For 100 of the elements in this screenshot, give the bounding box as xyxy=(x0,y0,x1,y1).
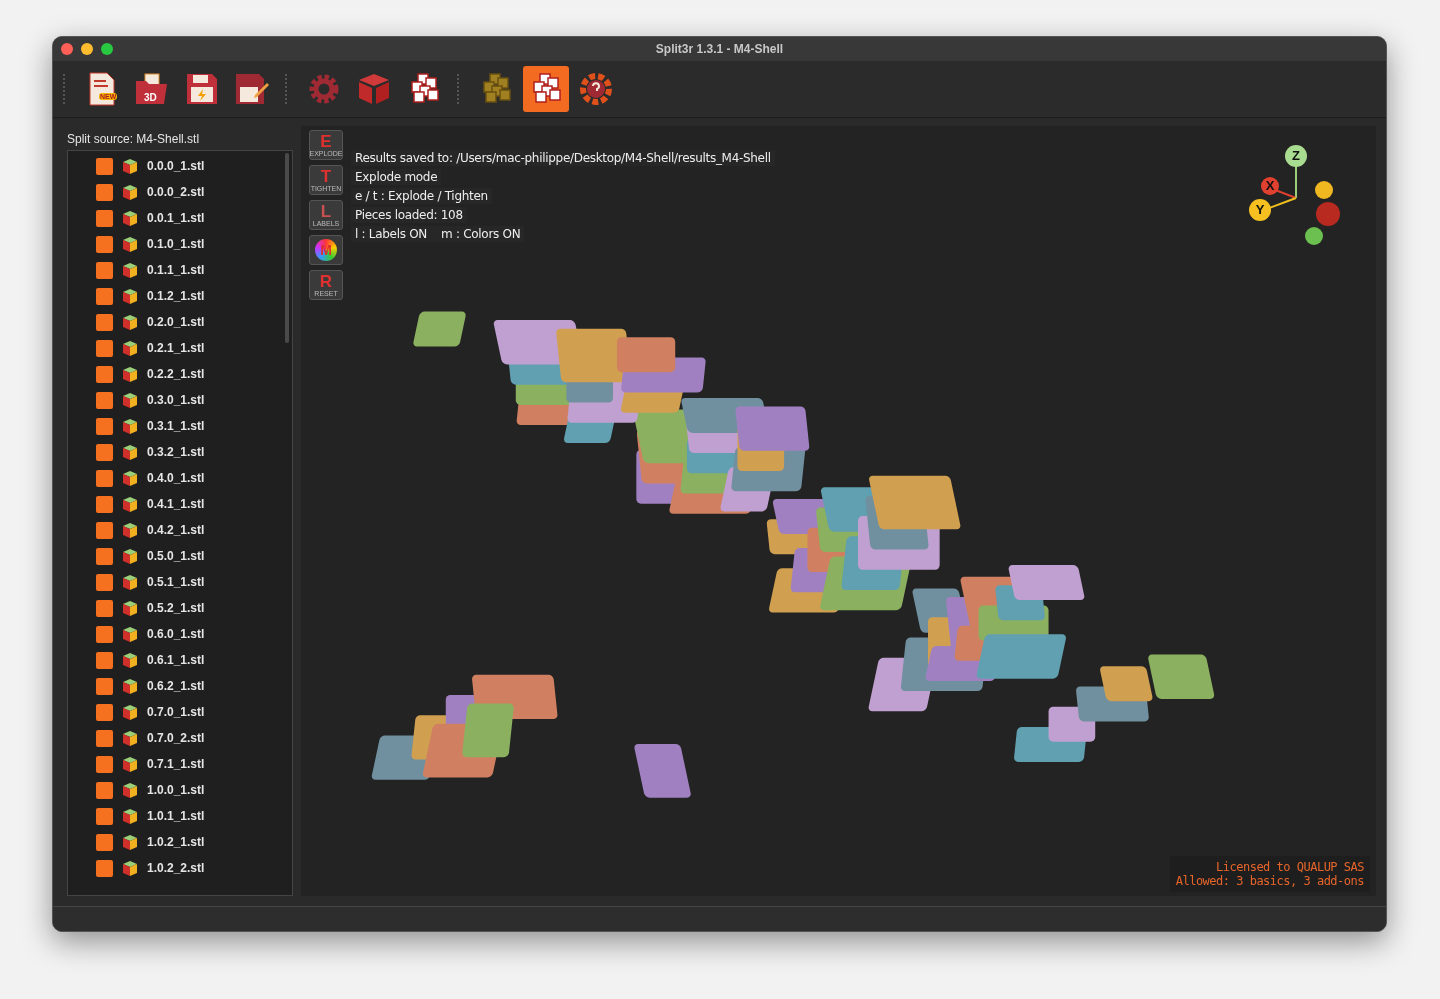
color-swatch[interactable] xyxy=(96,209,113,227)
color-swatch[interactable] xyxy=(96,755,113,773)
file-name[interactable]: 0.0.0_2.stl xyxy=(147,185,205,199)
color-swatch[interactable] xyxy=(96,573,113,591)
cube-icon xyxy=(123,652,137,668)
color-swatch[interactable] xyxy=(96,521,113,539)
file-name[interactable]: 0.4.1_1.stl xyxy=(147,497,205,511)
color-swatch[interactable] xyxy=(96,625,113,643)
color-swatch[interactable] xyxy=(96,443,113,461)
cube-icon xyxy=(123,626,137,642)
toolbar-button[interactable] xyxy=(523,66,569,112)
file-name[interactable]: 0.2.1_1.stl xyxy=(147,341,205,355)
color-swatch[interactable] xyxy=(96,729,113,747)
minimize-button[interactable] xyxy=(81,43,93,55)
file-name[interactable]: 0.3.1_1.stl xyxy=(147,419,205,433)
color-swatch[interactable] xyxy=(96,599,113,617)
color-swatch[interactable] xyxy=(96,781,113,799)
file-name[interactable]: 1.0.0_1.stl xyxy=(147,783,205,797)
cube-stack-icon xyxy=(480,72,512,106)
cube-icon xyxy=(123,314,137,330)
cube-icon xyxy=(123,262,137,278)
file-name[interactable]: 0.1.2_1.stl xyxy=(147,289,205,303)
scrollbar[interactable] xyxy=(285,153,289,343)
file-name[interactable]: 0.6.2_1.stl xyxy=(147,679,205,693)
cube-icon xyxy=(123,158,137,174)
help-icon xyxy=(579,72,613,106)
window-title: Split3r 1.3.1 - M4-Shell xyxy=(655,42,784,56)
cube-icon xyxy=(123,600,137,616)
file-name[interactable]: 0.2.0_1.stl xyxy=(147,315,205,329)
color-swatch[interactable] xyxy=(96,287,113,305)
file-name[interactable]: 0.4.2_1.stl xyxy=(147,523,205,537)
toolbar-button[interactable]: 3D xyxy=(129,66,175,112)
cube-icon xyxy=(123,366,137,382)
3d-viewport[interactable] xyxy=(301,126,1376,896)
cube-icon xyxy=(123,444,137,460)
color-swatch[interactable] xyxy=(96,547,113,565)
file-name[interactable]: 0.1.0_1.stl xyxy=(147,237,205,251)
file-name[interactable]: 0.7.1_1.stl xyxy=(147,757,205,771)
color-swatch[interactable] xyxy=(96,859,113,877)
color-swatch[interactable] xyxy=(96,703,113,721)
color-swatch[interactable] xyxy=(96,677,113,695)
file-name[interactable]: 0.6.1_1.stl xyxy=(147,653,205,667)
file-name[interactable]: 1.0.2_2.stl xyxy=(147,861,205,875)
document-icon xyxy=(88,72,116,106)
cube-stack-icon xyxy=(408,72,440,106)
cube-icon xyxy=(123,470,137,486)
file-name[interactable]: 0.5.0_1.stl xyxy=(147,549,205,563)
file-name[interactable]: 1.0.2_1.stl xyxy=(147,835,205,849)
color-swatch[interactable] xyxy=(96,469,113,487)
color-swatch[interactable] xyxy=(96,183,113,201)
file-name[interactable]: 0.7.0_1.stl xyxy=(147,705,205,719)
cube-icon xyxy=(123,704,137,720)
info-text: Explode mode xyxy=(351,169,442,185)
cube-icon xyxy=(123,574,137,590)
color-swatch[interactable] xyxy=(96,391,113,409)
cube-icon xyxy=(123,210,137,226)
color-swatch[interactable] xyxy=(96,157,113,175)
file-name[interactable]: 0.0.1_1.stl xyxy=(147,211,205,225)
license-text: Allowed: 3 basics, 3 add-ons xyxy=(1175,874,1364,888)
cube-stack-icon xyxy=(530,72,562,106)
color-swatch[interactable] xyxy=(96,417,113,435)
info-text: Results saved to: /Users/mac-philippe/Desktop/M4-Shell/results_M4-Shell xyxy=(351,150,775,166)
license-text: Licensed to QUALUP SAS xyxy=(1216,860,1364,874)
cube-icon xyxy=(123,496,137,512)
file-name[interactable]: 0.3.2_1.stl xyxy=(147,445,205,459)
sidebar-title: Split source: M4-Shell.stl xyxy=(67,131,201,148)
info-text: e / t : Explode / Tighten xyxy=(351,188,492,204)
cube-icon xyxy=(357,73,391,105)
file-name[interactable]: 0.5.2_1.stl xyxy=(147,601,205,615)
folder-icon xyxy=(135,73,169,105)
cube-icon xyxy=(123,392,137,408)
color-swatch[interactable] xyxy=(96,261,113,279)
color-swatch[interactable] xyxy=(96,365,113,383)
cube-icon xyxy=(123,184,137,200)
file-name[interactable]: 0.1.1_1.stl xyxy=(147,263,205,277)
cube-icon xyxy=(123,782,137,798)
gear-icon xyxy=(307,72,341,106)
file-name[interactable]: 0.5.1_1.stl xyxy=(147,575,205,589)
file-name[interactable]: 0.4.0_1.stl xyxy=(147,471,205,485)
zoom-button[interactable] xyxy=(101,43,113,55)
axis-gizmo[interactable]: Z X Y xyxy=(1248,138,1348,248)
file-name[interactable]: 0.0.0_1.stl xyxy=(147,159,205,173)
color-swatch[interactable] xyxy=(96,833,113,851)
color-swatch[interactable] xyxy=(96,807,113,825)
cube-icon xyxy=(123,860,137,876)
close-button[interactable] xyxy=(61,43,73,55)
file-name[interactable]: 1.0.1_1.stl xyxy=(147,809,205,823)
color-swatch[interactable] xyxy=(96,313,113,331)
cube-icon xyxy=(123,340,137,356)
cube-icon xyxy=(123,730,137,746)
file-name[interactable]: 0.6.0_1.stl xyxy=(147,627,205,641)
file-name[interactable]: 0.2.2_1.stl xyxy=(147,367,205,381)
file-name[interactable]: 0.3.0_1.stl xyxy=(147,393,205,407)
info-text: Pieces loaded: 108 xyxy=(351,207,467,223)
file-name[interactable]: 0.7.0_2.stl xyxy=(147,731,205,745)
floppy-pencil-icon xyxy=(235,73,269,105)
color-swatch[interactable] xyxy=(96,235,113,253)
color-swatch[interactable] xyxy=(96,651,113,669)
color-swatch[interactable] xyxy=(96,495,113,513)
color-swatch[interactable] xyxy=(96,339,113,357)
